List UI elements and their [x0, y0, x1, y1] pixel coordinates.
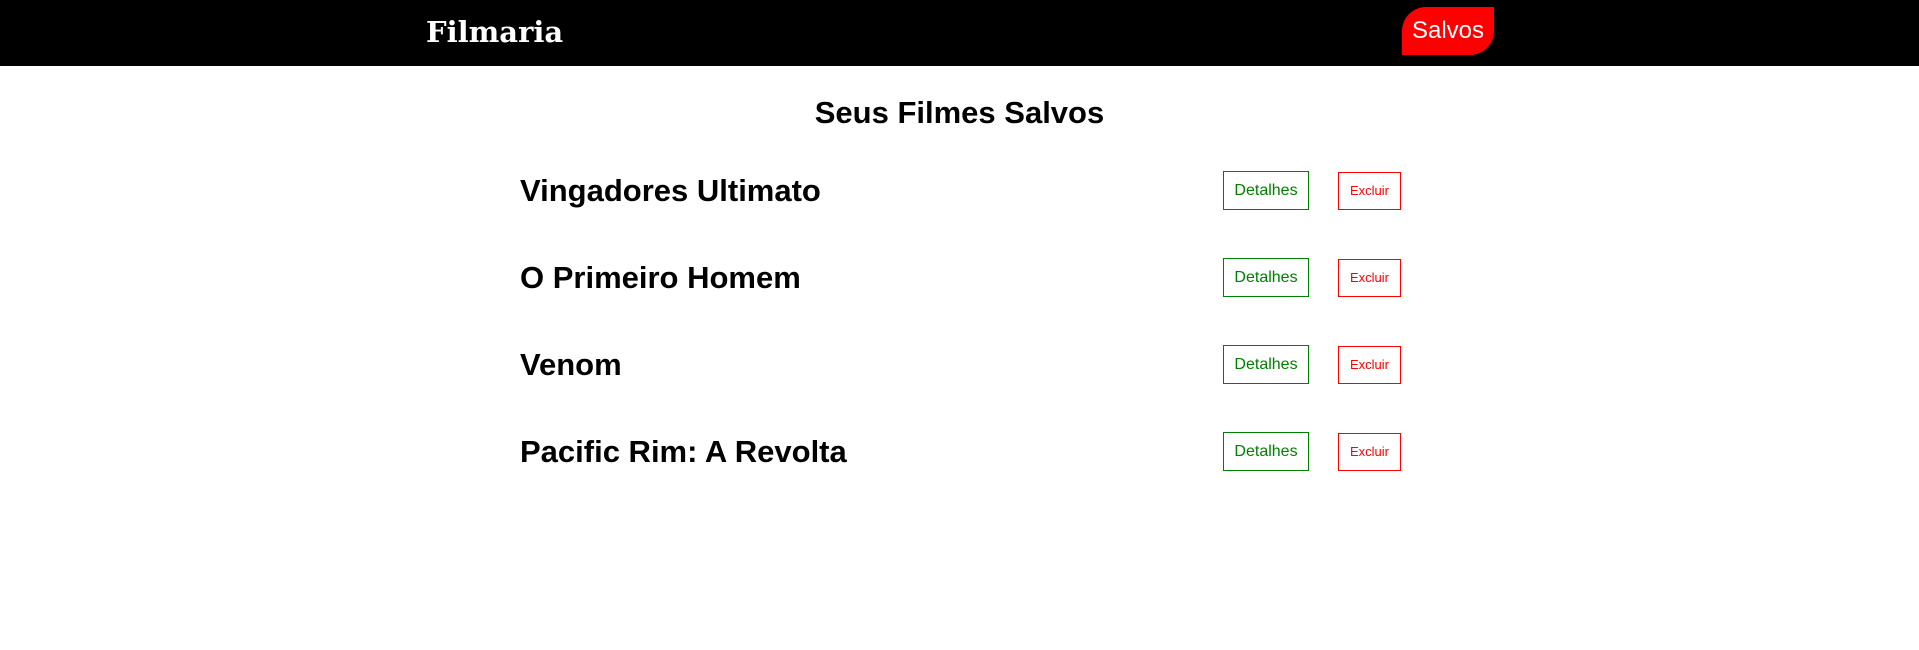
movie-title: Venom — [520, 347, 622, 382]
details-button[interactable]: Detalhes — [1223, 258, 1309, 297]
details-button[interactable]: Detalhes — [1223, 432, 1309, 471]
saved-movies-link[interactable]: Salvos — [1402, 7, 1494, 55]
delete-button[interactable]: Excluir — [1338, 259, 1401, 297]
page-title: Seus Filmes Salvos — [814, 95, 1105, 130]
movie-item: O Primeiro Homem Detalhes Excluir — [520, 253, 1402, 340]
details-button[interactable]: Detalhes — [1223, 171, 1309, 210]
movie-item: Pacific Rim: A Revolta Detalhes Excluir — [520, 427, 1402, 514]
details-button[interactable]: Detalhes — [1223, 345, 1309, 384]
delete-button[interactable]: Excluir — [1338, 433, 1401, 471]
saved-movies-list: Vingadores Ultimato Detalhes Excluir O P… — [520, 166, 1402, 514]
delete-button[interactable]: Excluir — [1338, 172, 1401, 210]
movie-item: Venom Detalhes Excluir — [520, 340, 1402, 427]
movie-title: Vingadores Ultimato — [520, 173, 821, 208]
movie-item: Vingadores Ultimato Detalhes Excluir — [520, 166, 1402, 253]
site-logo[interactable]: Filmaria — [426, 12, 563, 52]
movie-title: O Primeiro Homem — [520, 260, 801, 295]
delete-button[interactable]: Excluir — [1338, 346, 1401, 384]
site-header: Filmaria Salvos — [0, 0, 1919, 66]
movie-title: Pacific Rim: A Revolta — [520, 434, 847, 469]
